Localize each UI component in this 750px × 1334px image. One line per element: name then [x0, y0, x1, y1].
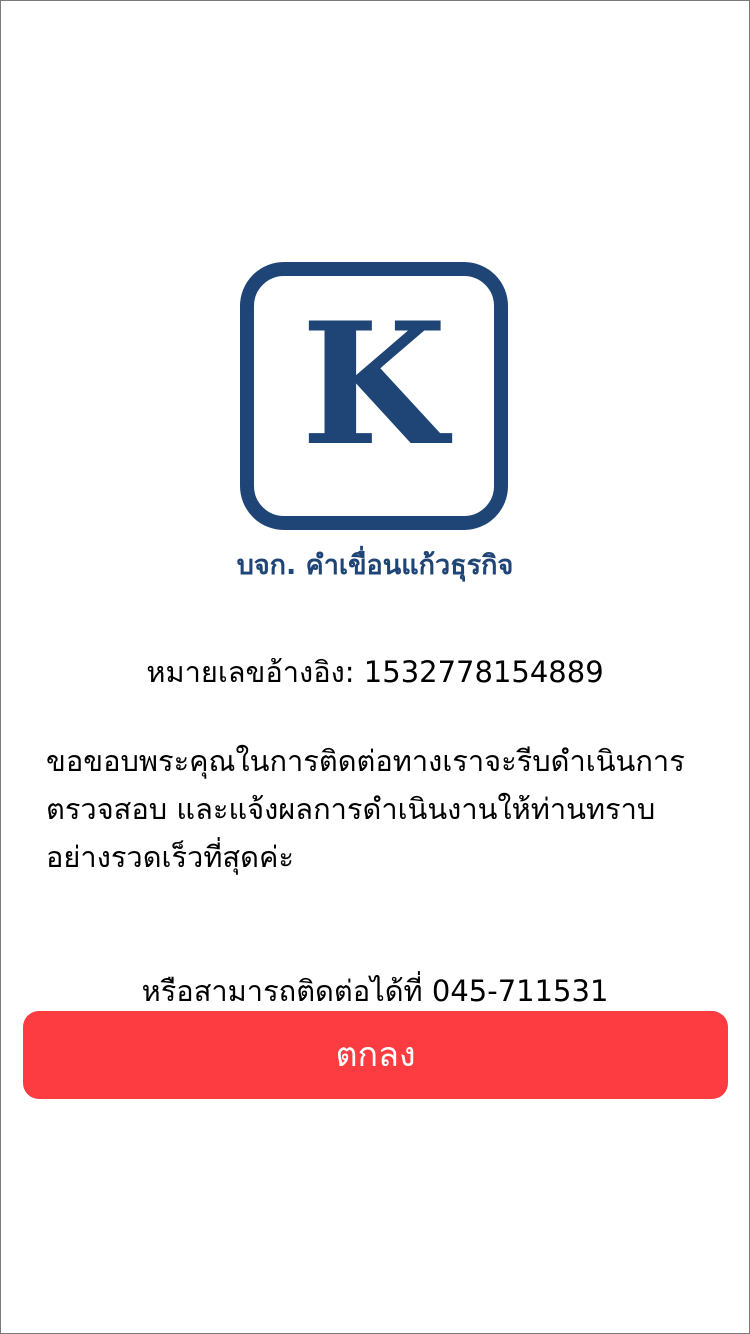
logo-letter: K: [300, 285, 447, 483]
reference-number: หมายเลขอ้างอิง: 1532778154889: [146, 655, 604, 689]
company-logo: K: [240, 262, 508, 530]
contact-phone: หรือสามารถติดต่อได้ที่ 045-711531: [141, 974, 609, 1008]
ok-button[interactable]: ตกลง: [23, 1011, 728, 1099]
logo-caption: บจก. คำเขื่อนแก้วธุรกิจ: [236, 550, 514, 581]
thank-you-message: ขอขอบพระคุณในการติดต่อทางเราจะรีบดำเนินก…: [46, 744, 685, 874]
